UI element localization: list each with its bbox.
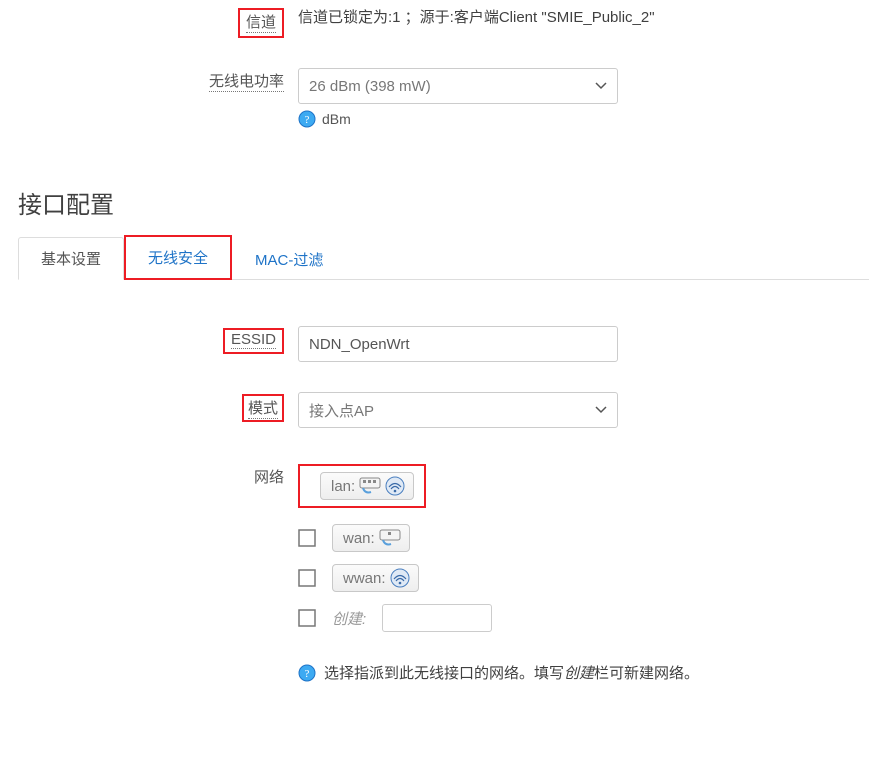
network-name-wan: wan: [343,530,375,547]
essid-label: ESSID [18,322,298,354]
channel-status-text: 信道已锁定为:1 ；源于:客户端Client "SMIE_Public_2" [298,9,655,26]
checkbox-wan[interactable] [298,529,316,547]
help-icon: ? [298,110,316,128]
checkbox-wwan[interactable] [298,569,316,587]
network-item-wwan: wwan: [298,558,869,598]
tabs: 基本设置 无线安全 MAC-过滤 [18,234,869,280]
chevron-down-icon [595,80,607,92]
checkbox-create[interactable] [298,609,316,627]
tab-security[interactable]: 无线安全 [124,235,232,280]
tab-general[interactable]: 基本设置 [18,237,124,280]
ethernet-icon [359,477,381,495]
mode-select[interactable]: 接入点AP [298,392,618,428]
network-row: 网络 lan: [18,458,869,685]
hint-pre: 选择指派到此无线接口的网络。填写 [324,665,564,682]
txpower-select[interactable]: 26 dBm (398 mW) [298,68,618,104]
txpower-row: 无线电功率 26 dBm (398 mW) ? dBm [18,62,869,130]
txpower-label-text: 无线电功率 [209,70,284,92]
txpower-hint: ? dBm [298,110,869,128]
network-hint: ? 选择指派到此无线接口的网络。填写创建栏可新建网络。 [298,662,869,683]
essid-input[interactable] [298,326,618,362]
channel-row: 信道 信道已锁定为:1 ；源于:客户端Client "SMIE_Public_2… [18,0,869,40]
mode-row: 模式 接入点AP [18,386,869,430]
network-name-lan: lan: [331,478,355,495]
network-label: 网络 [18,460,298,487]
network-name-wwan: wwan: [343,570,386,587]
chevron-down-icon [595,404,607,416]
help-icon: ? [298,664,316,682]
svg-text:?: ? [305,668,310,680]
network-badge-wwan: wwan: [332,564,419,592]
svg-text:?: ? [305,114,310,126]
wifi-icon [385,476,405,496]
txpower-select-value: 26 dBm (398 mW) [309,78,431,95]
create-label: 创建: [332,608,366,629]
form-area: ESSID 模式 接入点AP 网络 [18,280,869,685]
channel-label-text: 信道 [246,11,276,33]
network-item-create: 创建: [298,598,869,638]
create-network-input[interactable] [382,604,492,632]
network-badge-lan: lan: [320,472,414,500]
essid-label-text: ESSID [231,331,276,349]
mode-select-value: 接入点AP [309,400,374,421]
essid-row: ESSID [18,320,869,364]
network-item-wan: wan: [298,518,869,558]
section-title: 接口配置 [18,185,869,220]
network-label-text: 网络 [254,469,284,486]
network-list: lan: [298,460,869,683]
txpower-label: 无线电功率 [18,64,298,92]
mode-label: 模式 [18,388,298,422]
network-item-lan-highlight: lan: [298,464,426,508]
mode-label-text: 模式 [248,397,278,419]
txpower-unit-text: dBm [322,111,351,127]
hint-italic: 创建 [564,665,594,682]
hint-post: 栏可新建网络。 [594,665,699,682]
ethernet-icon [379,529,401,547]
channel-label: 信道 [18,2,298,38]
wifi-icon [390,568,410,588]
network-badge-wan: wan: [332,524,410,552]
page-content: 信道 信道已锁定为:1 ；源于:客户端Client "SMIE_Public_2… [0,0,887,711]
network-hint-text: 选择指派到此无线接口的网络。填写创建栏可新建网络。 [324,662,699,683]
tab-mac[interactable]: MAC-过滤 [232,238,346,280]
